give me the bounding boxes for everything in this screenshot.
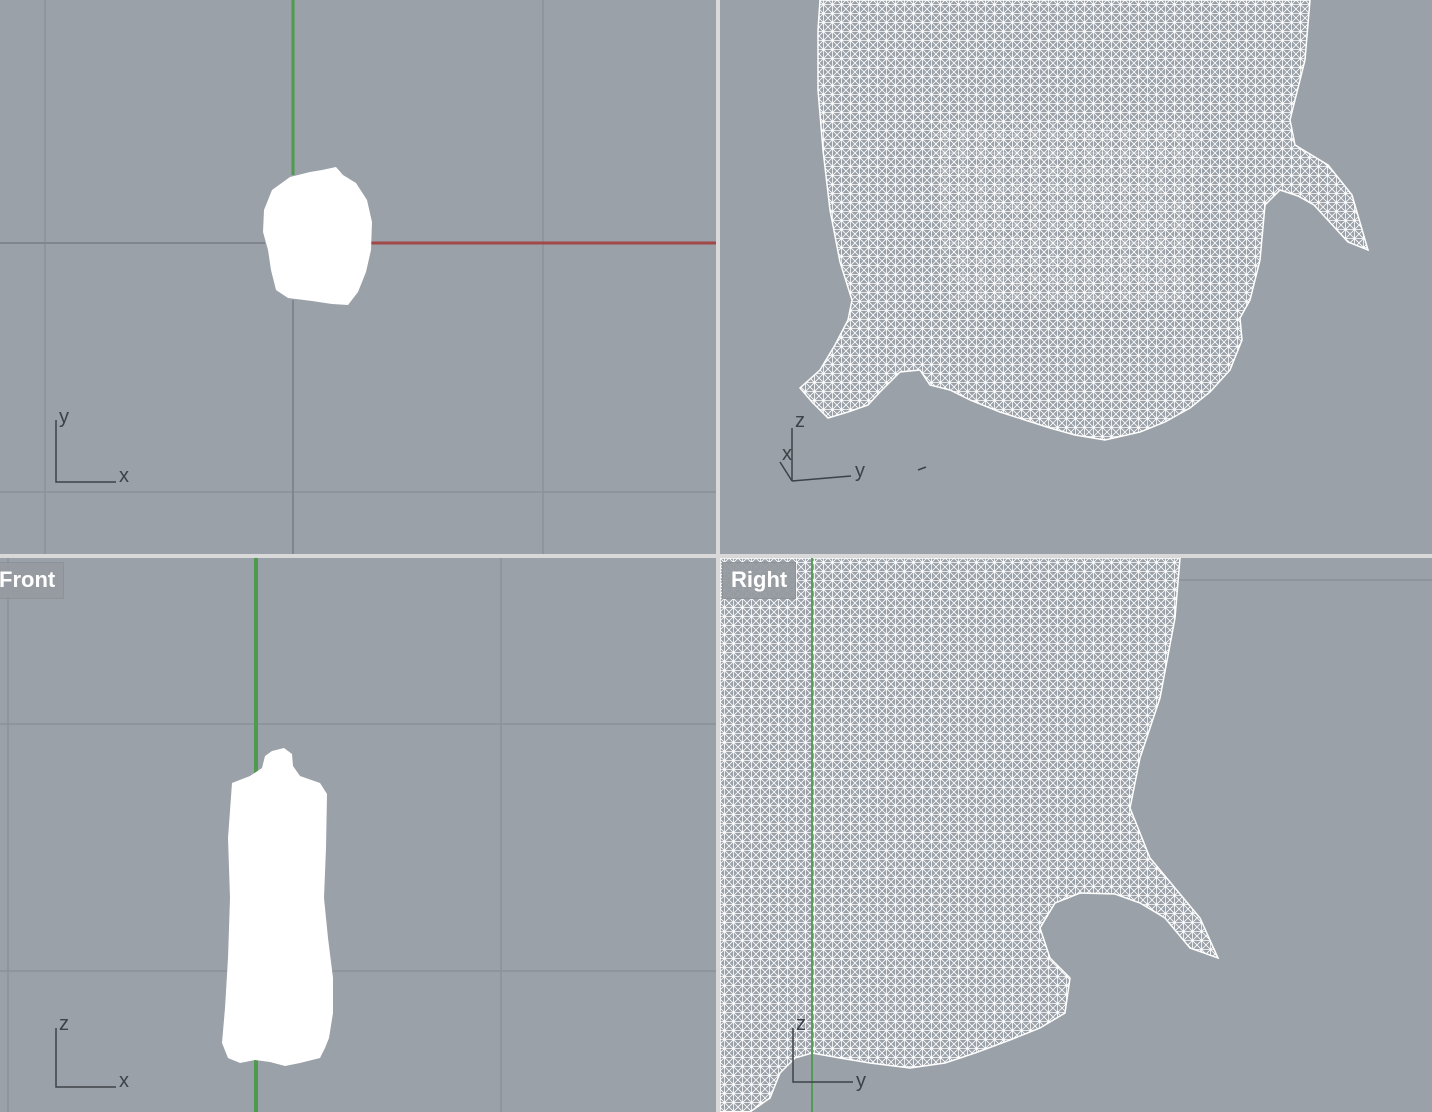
axis-label-x: x (782, 443, 792, 465)
mesh-front-silhouette (222, 748, 333, 1066)
perspective-view-canvas (779, 0, 1370, 482)
axis-label-z: z (796, 1013, 806, 1035)
viewport-top[interactable]: y x (0, 0, 716, 554)
grid-lines (0, 558, 716, 1112)
viewport-label-right[interactable]: Right (722, 562, 797, 599)
axis-label-x: x (119, 1070, 129, 1092)
viewport-right[interactable]: Right z y (720, 558, 1432, 1112)
axis-label-y: y (856, 1070, 866, 1092)
top-view-canvas (0, 0, 716, 554)
viewport-front[interactable]: Front z x (0, 558, 716, 1112)
axis-gizmo-icon (55, 420, 116, 483)
front-view-canvas (0, 558, 716, 1112)
mesh-right-body (720, 558, 1220, 1112)
axis-label-y: y (59, 406, 69, 428)
viewport-label-front[interactable]: Front (0, 562, 65, 599)
axis-label-x: x (119, 465, 129, 487)
mesh-top-silhouette (263, 167, 372, 305)
viewport-perspective[interactable]: z x y (720, 0, 1432, 554)
axis-gizmo-icon (55, 1028, 116, 1088)
axis-gizmo-icon (779, 428, 927, 482)
axis-label-z: z (59, 1013, 69, 1035)
right-view-canvas (720, 558, 1432, 1112)
axis-label-y: y (855, 460, 865, 482)
axis-label-z: z (795, 410, 805, 432)
